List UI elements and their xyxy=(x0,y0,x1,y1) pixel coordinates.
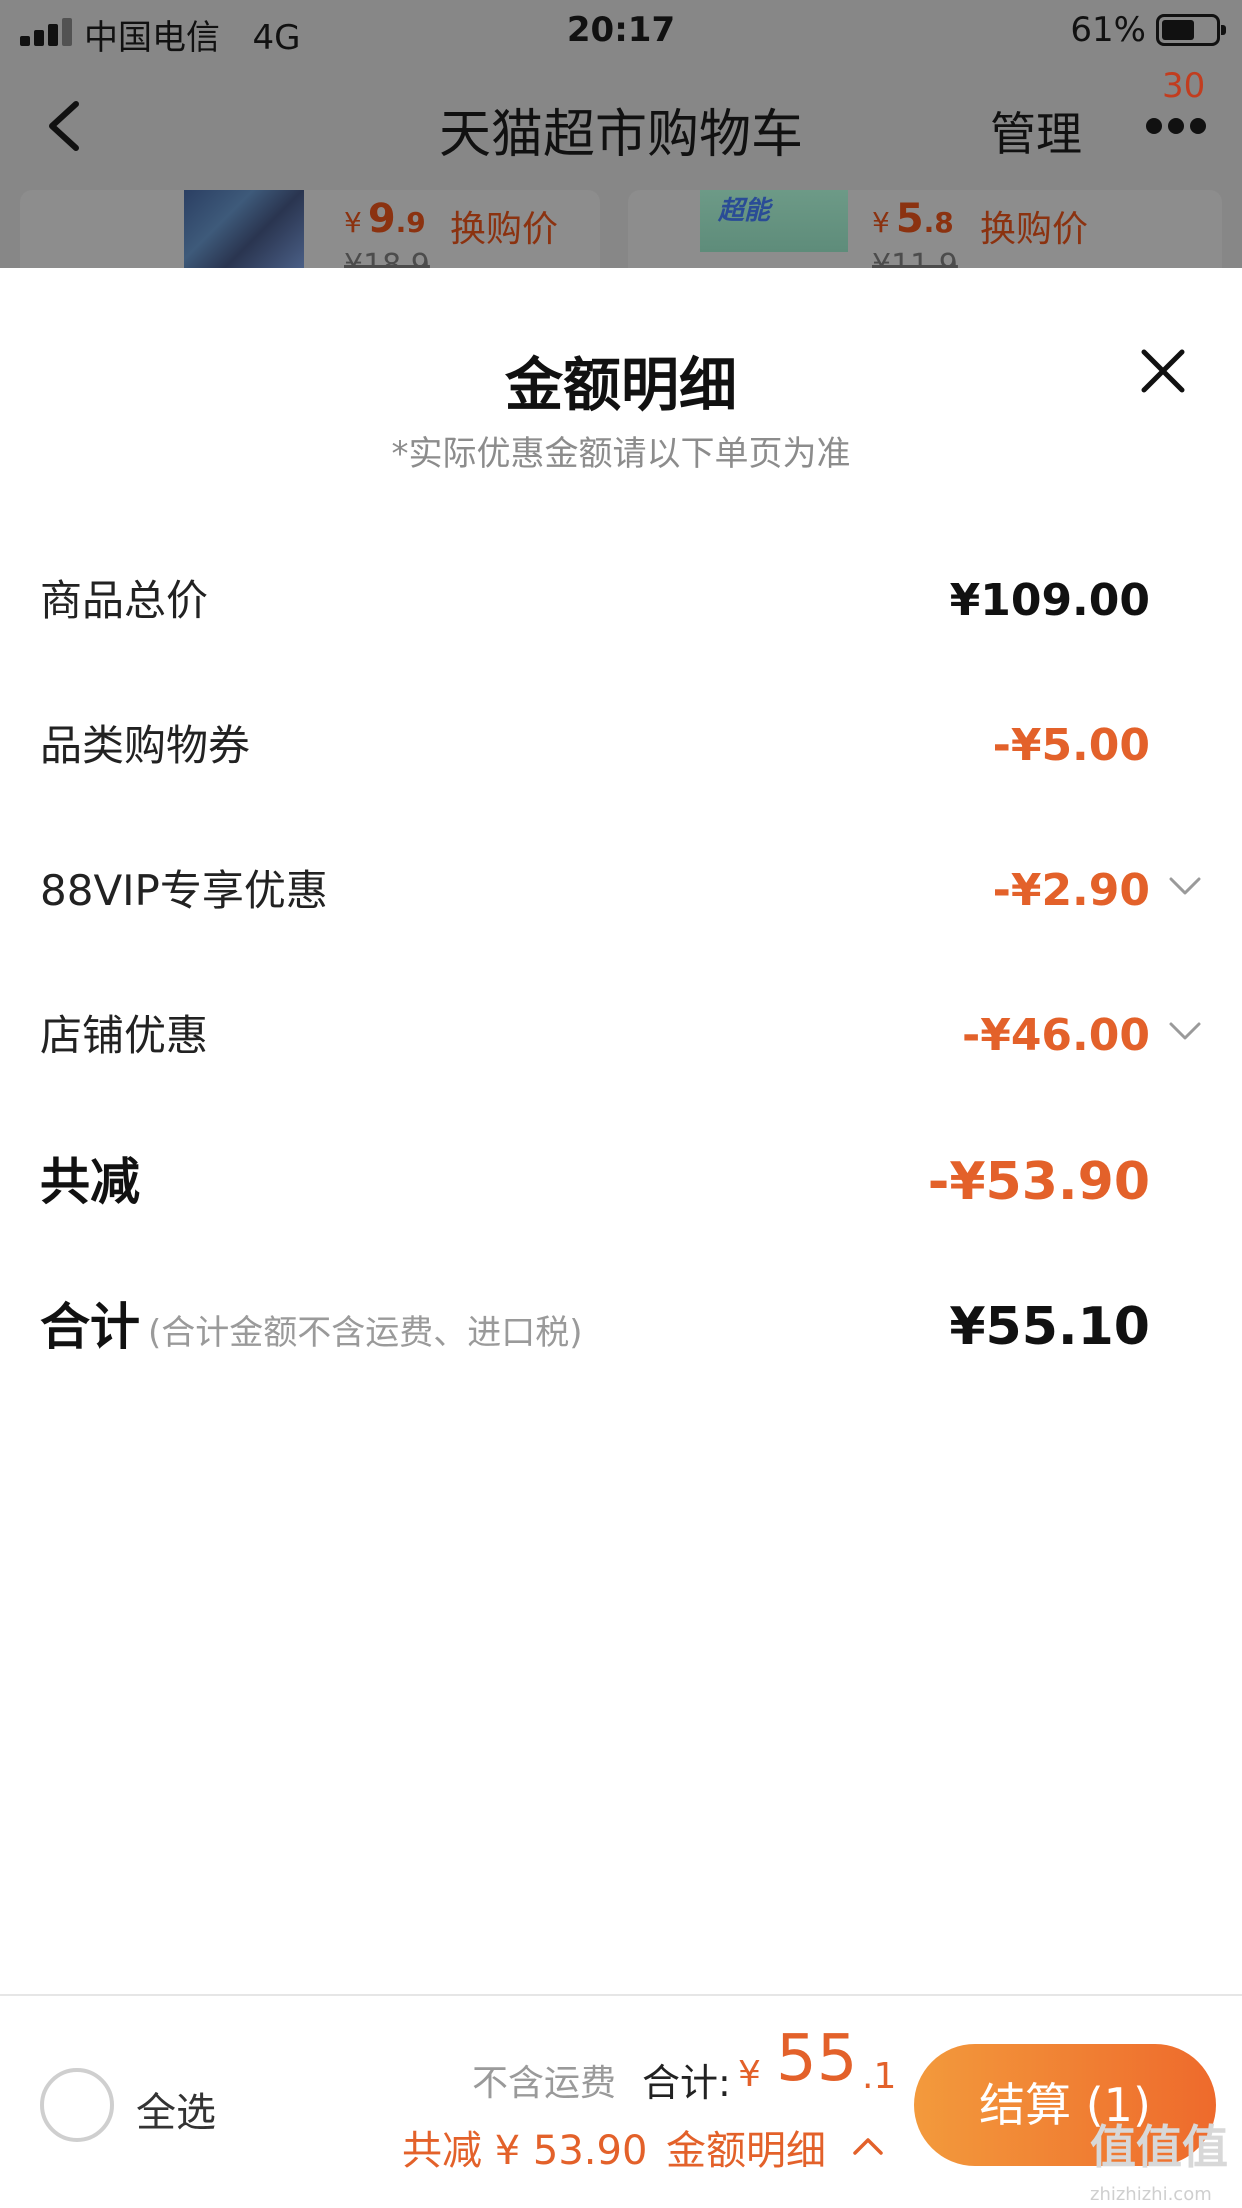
close-icon[interactable] xyxy=(1140,348,1186,394)
product-thumbnail: 超能 xyxy=(700,190,848,252)
promo-strip: ¥9.9 换购价 ¥18.9 超能 ¥5.8 换购价 ¥11.9 xyxy=(0,190,1242,268)
chevron-down-icon[interactable] xyxy=(1168,875,1202,897)
message-badge: 30 xyxy=(1162,66,1206,106)
product-thumbnail xyxy=(184,190,304,268)
status-bar: 中国电信 4G 20:17 61% xyxy=(0,0,1242,62)
select-all-label[interactable]: 全选 xyxy=(136,2080,216,2138)
row-label: 品类购物券 xyxy=(40,721,251,770)
total-amount: 55 xyxy=(776,2022,858,2096)
shipping-note: 不含运费 xyxy=(472,2063,617,2104)
more-icon[interactable] xyxy=(1146,118,1206,138)
sheet-subtitle: *实际优惠金额请以下单页为准 xyxy=(391,434,851,474)
total-currency: ¥ xyxy=(738,2054,761,2095)
check-circle-icon[interactable] xyxy=(40,2068,114,2142)
row-label: 合计 (合计金额不含运费、进口税) xyxy=(40,1298,583,1356)
dimmed-background[interactable]: 中国电信 4G 20:17 61% 天猫超市购物车 管理 30 ¥9.9 换购价… xyxy=(0,0,1242,268)
promo-label: 换购价 xyxy=(980,209,1089,250)
row-note: (合计金额不含运费、进口税) xyxy=(148,1313,583,1353)
saving-amount: 共减 ¥ 53.90 xyxy=(402,2128,648,2174)
chevron-down-icon[interactable] xyxy=(1168,1020,1202,1042)
row-value: -¥5.00 xyxy=(992,720,1150,771)
brand-text: 超能 xyxy=(718,196,771,226)
promo-price: ¥9.9 xyxy=(344,196,426,242)
row-label: 共减 xyxy=(40,1153,140,1211)
manage-button[interactable]: 管理 xyxy=(990,98,1082,164)
promo-item[interactable]: ¥9.9 换购价 ¥18.9 xyxy=(20,190,600,268)
price-detail-link[interactable]: 金额明细 xyxy=(666,2118,826,2176)
battery-icon xyxy=(1156,14,1226,46)
promo-label: 换购价 xyxy=(450,209,559,250)
row-label: 店铺优惠 xyxy=(40,1011,209,1060)
promo-item[interactable]: 超能 ¥5.8 换购价 ¥11.9 xyxy=(628,190,1222,268)
price-detail-sheet: 金额明细 *实际优惠金额请以下单页为准 商品总价 ¥109.00 品类购物券 -… xyxy=(0,268,1242,1994)
chevron-up-icon[interactable] xyxy=(852,2136,884,2156)
row-label: 88VIP专享优惠 xyxy=(40,866,328,915)
row-goods-total: 商品总价 ¥109.00 xyxy=(0,561,1242,641)
row-value: ¥109.00 xyxy=(949,575,1150,626)
promo-old-price: ¥11.9 xyxy=(872,248,958,268)
total-label: 合计: xyxy=(642,2061,731,2105)
row-store-discount[interactable]: 店铺优惠 -¥46.00 xyxy=(0,996,1242,1076)
row-label: 商品总价 xyxy=(40,576,209,625)
nav-bar: 天猫超市购物车 管理 30 xyxy=(0,62,1242,190)
row-value: -¥2.90 xyxy=(992,865,1150,916)
clock: 20:17 xyxy=(566,10,676,50)
row-value: -¥53.90 xyxy=(927,1152,1150,1212)
row-category-coupon: 品类购物券 -¥5.00 xyxy=(0,706,1242,786)
promo-old-price: ¥18.9 xyxy=(344,248,430,268)
row-value: -¥46.00 xyxy=(961,1010,1150,1061)
watermark-logo: 值值值 zhizhizhi.com xyxy=(1090,2120,1228,2205)
battery-percent: 61% xyxy=(1070,10,1146,50)
total-decimal: .1 xyxy=(862,2056,897,2097)
row-vip-discount[interactable]: 88VIP专享优惠 -¥2.90 xyxy=(0,851,1242,931)
row-total-saving: 共减 -¥53.90 xyxy=(0,1142,1242,1222)
row-value: ¥55.10 xyxy=(949,1297,1150,1357)
promo-price: ¥5.8 xyxy=(872,196,954,242)
row-grand-total: 合计 (合计金额不含运费、进口税) ¥55.10 xyxy=(0,1287,1242,1367)
sheet-title: 金额明细 xyxy=(504,351,737,419)
checkout-bar: 全选 不含运费 合计: ¥ 55 .1 共减 ¥ 53.90 金额明细 结算 (… xyxy=(0,1994,1242,2208)
